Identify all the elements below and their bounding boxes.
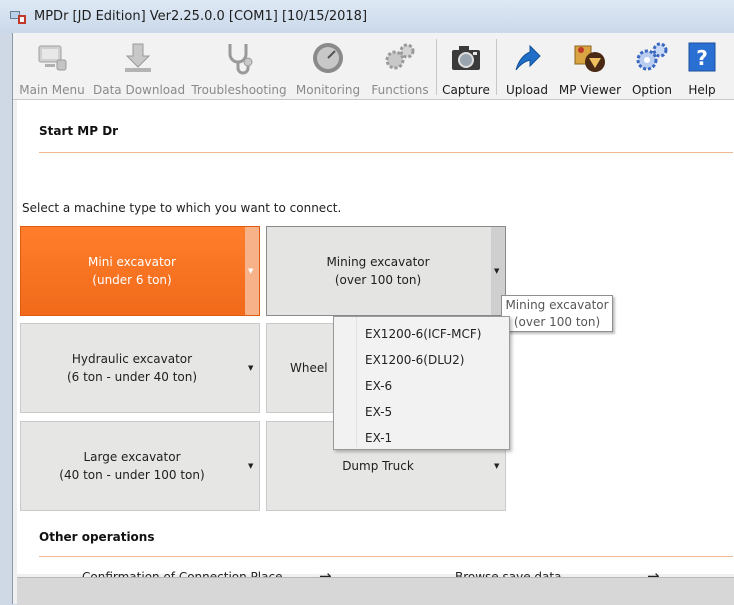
capture-label: Capture xyxy=(442,83,490,97)
monitoring-label: Monitoring xyxy=(295,83,361,97)
upload-button[interactable]: Upload xyxy=(502,37,552,97)
mini-excavator-line1: Mini excavator xyxy=(88,255,176,269)
help-label: Help xyxy=(688,83,716,97)
option-gear-icon xyxy=(636,42,668,71)
mini-excavator-line2: (under 6 ton) xyxy=(92,273,172,287)
hydraulic-excavator-line2: (6 ton - under 40 ton) xyxy=(66,370,198,384)
hydraulic-excavator-line1: Hydraulic excavator xyxy=(71,352,193,366)
chevron-down-icon: ▼ xyxy=(248,364,254,372)
large-excavator-dropdown[interactable]: ▼ xyxy=(245,422,259,510)
menu-item-ex1200-6-dlu2[interactable]: EX1200-6(DLU2) xyxy=(365,347,505,373)
functions-button[interactable]: Functions xyxy=(367,37,433,97)
other-operations-title: Other operations xyxy=(39,530,155,544)
main-menu-button[interactable]: Main Menu xyxy=(17,37,87,97)
functions-label: Functions xyxy=(371,83,429,97)
app-icon xyxy=(10,11,26,24)
main-menu-label: Main Menu xyxy=(19,83,85,97)
hydraulic-excavator-dropdown[interactable]: ▼ xyxy=(245,324,259,412)
help-button[interactable]: ? Help xyxy=(681,37,723,97)
svg-text:?: ? xyxy=(696,46,708,70)
mining-excavator-line1: Mining excavator xyxy=(326,255,430,269)
troubleshooting-button[interactable]: Troubleshooting xyxy=(191,37,287,97)
toolbar-separator xyxy=(436,39,437,95)
large-excavator-line1: Large excavator xyxy=(83,450,181,464)
monitoring-button[interactable]: Monitoring xyxy=(295,37,361,97)
mp-viewer-button[interactable]: MP Viewer xyxy=(558,37,622,97)
large-excavator-line2: (40 ton - under 100 ton) xyxy=(59,468,205,482)
main-menu-icon xyxy=(38,45,67,71)
menu-item-ex-6[interactable]: EX-6 xyxy=(365,373,505,399)
mining-excavator-tooltip: Mining excavator (over 100 ton) xyxy=(501,295,613,332)
tooltip-line2: (over 100 ton) xyxy=(513,315,601,329)
machine-type-prompt: Select a machine type to which you want … xyxy=(22,201,342,215)
menu-item-ex1200-6-icf-mcf[interactable]: EX1200-6(ICF-MCF) xyxy=(365,321,505,347)
camera-icon xyxy=(452,46,480,70)
large-excavator-button[interactable]: Large excavator (40 ton - under 100 ton)… xyxy=(20,421,260,511)
mp-viewer-label: MP Viewer xyxy=(558,83,622,97)
mining-excavator-line2: (over 100 ton) xyxy=(334,273,422,287)
menu-item-ex-5[interactable]: EX-5 xyxy=(365,399,505,425)
gauge-icon xyxy=(313,43,343,73)
capture-button[interactable]: Capture xyxy=(440,37,492,97)
option-label: Option xyxy=(631,83,673,97)
mini-excavator-dropdown[interactable]: ▼ xyxy=(245,227,259,315)
menu-item-ex-1[interactable]: EX-1 xyxy=(365,425,505,451)
hydraulic-excavator-button[interactable]: Hydraulic excavator (6 ton - under 40 to… xyxy=(20,323,260,413)
status-bar xyxy=(17,577,734,605)
wheel-loader-label: Wheel xyxy=(290,361,328,375)
menu-gutter xyxy=(334,317,357,447)
chevron-down-icon: ▼ xyxy=(494,267,500,275)
mining-excavator-button[interactable]: Mining excavator (over 100 ton) ▼ xyxy=(266,226,506,316)
app-window: Main Menu Data Download Troubleshooting xyxy=(12,33,734,605)
chevron-down-icon: ▼ xyxy=(494,462,500,470)
option-button[interactable]: Option xyxy=(627,37,677,97)
dump-truck-label: Dump Truck xyxy=(342,459,414,473)
download-icon xyxy=(125,43,151,72)
window-title: MPDr [JD Edition] Ver2.25.0.0 [COM1] [10… xyxy=(34,9,368,24)
main-content: Start MP Dr Select a machine type to whi… xyxy=(17,100,734,585)
section-divider xyxy=(39,556,733,557)
troubleshooting-label: Troubleshooting xyxy=(191,83,287,97)
toolbar-separator xyxy=(496,39,497,95)
chevron-down-icon: ▼ xyxy=(248,267,254,275)
start-section-title: Start MP Dr xyxy=(39,124,119,138)
functions-gear-icon xyxy=(385,43,415,70)
chevron-down-icon: ▼ xyxy=(248,462,254,470)
upload-label: Upload xyxy=(505,83,549,97)
data-download-button[interactable]: Data Download xyxy=(93,37,186,97)
toolbar: Main Menu Data Download Troubleshooting xyxy=(13,33,734,100)
upload-arrow-icon xyxy=(515,44,541,71)
mining-model-menu: EX1200-6(ICF-MCF) EX1200-6(DLU2) EX-6 EX… xyxy=(333,316,510,450)
stethoscope-icon xyxy=(228,44,253,75)
section-divider xyxy=(39,152,733,153)
help-icon: ? xyxy=(688,42,716,72)
data-download-label: Data Download xyxy=(93,83,186,97)
mp-viewer-icon xyxy=(574,45,605,72)
mini-excavator-button[interactable]: Mini excavator (under 6 ton) ▼ xyxy=(20,226,260,316)
title-bar: MPDr [JD Edition] Ver2.25.0.0 [COM1] [10… xyxy=(0,0,734,33)
tooltip-line1: Mining excavator xyxy=(505,298,609,312)
